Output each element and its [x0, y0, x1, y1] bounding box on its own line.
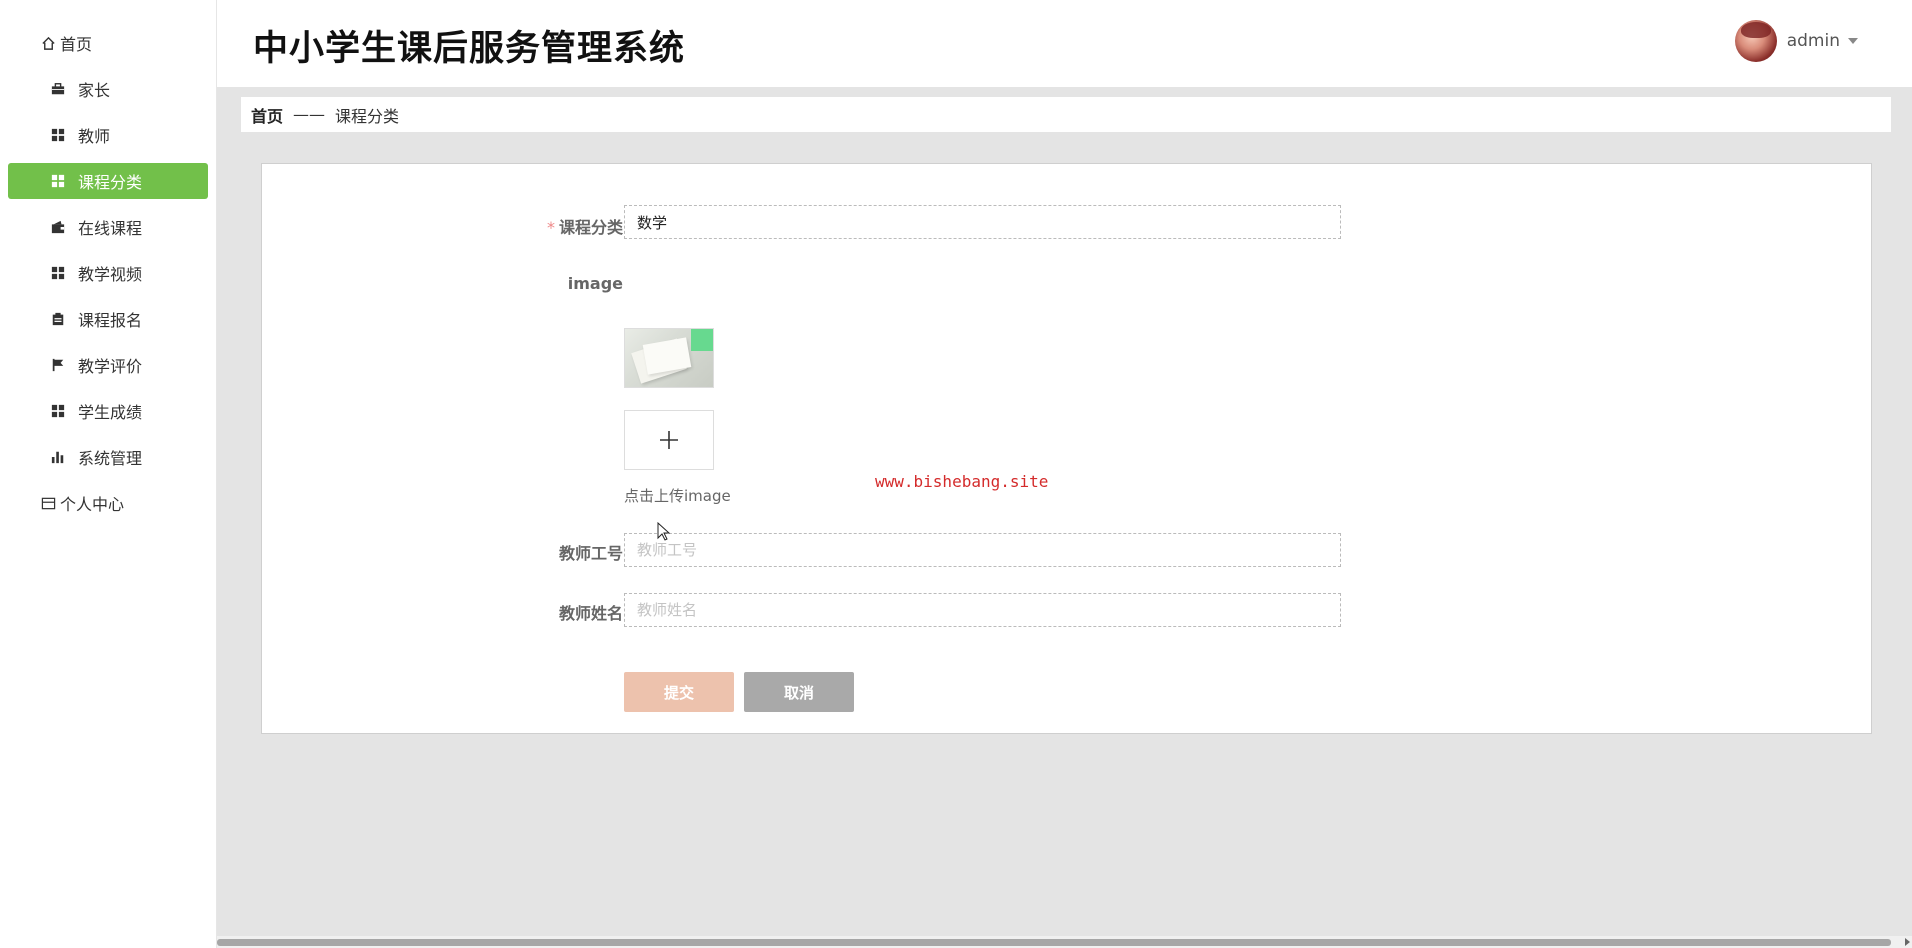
sidebar-item-label: 系统管理: [78, 449, 143, 468]
breadcrumb-separator: ——: [293, 105, 326, 124]
teacher-name-input[interactable]: [624, 593, 1341, 627]
sidebar-item-course-category[interactable]: 课程分类: [8, 163, 208, 199]
sidebar-item-student-grades[interactable]: 学生成绩: [8, 393, 208, 429]
sidebar-item-personal-center[interactable]: 个人中心: [8, 485, 208, 521]
sidebar-item-online-courses[interactable]: 在线课程: [8, 209, 208, 245]
sidebar-item-system-management[interactable]: 系统管理: [8, 439, 208, 475]
sidebar-item-label: 课程分类: [78, 173, 143, 192]
sidebar-item-label: 首页: [60, 35, 93, 54]
image-label: image: [567, 274, 623, 293]
category-input[interactable]: [624, 205, 1341, 239]
horizontal-scrollbar[interactable]: [217, 936, 1912, 948]
card-icon: [40, 495, 56, 511]
sidebar-item-label: 家长: [78, 81, 111, 100]
teacher-id-label: 教师工号: [558, 544, 623, 563]
caret-down-icon: [1848, 38, 1858, 44]
teacher-name-label: 教师姓名: [558, 604, 623, 623]
sidebar-item-course-enrollment[interactable]: 课程报名: [8, 301, 208, 337]
sidebar-item-label: 学生成绩: [78, 403, 143, 422]
sidebar-item-teaching-evaluation[interactable]: 教学评价: [8, 347, 208, 383]
grid-icon: [50, 403, 66, 419]
uploaded-image-thumbnail[interactable]: [624, 328, 714, 388]
breadcrumb: 首页 —— 课程分类: [241, 97, 1891, 132]
user-menu[interactable]: admin: [1734, 20, 1858, 62]
avatar: [1734, 20, 1777, 62]
upload-hint: 点击上传image: [624, 487, 731, 505]
clipboard-icon: [50, 311, 66, 327]
sidebar-item-label: 教学评价: [78, 357, 143, 376]
username: admin: [1786, 31, 1840, 51]
grid-icon: [50, 265, 66, 281]
sidebar-item-label: 教学视频: [78, 265, 143, 284]
grid-icon: [50, 173, 66, 189]
plus-icon: [660, 431, 678, 449]
thumbnail-corner: [691, 329, 713, 351]
sidebar-item-parents[interactable]: 家长: [8, 71, 208, 107]
grid-icon: [50, 127, 66, 143]
breadcrumb-current: 课程分类: [335, 106, 400, 126]
mouse-cursor-icon: [657, 522, 671, 541]
wallet-icon: [50, 219, 66, 235]
home-icon: [40, 35, 56, 51]
required-mark: *: [546, 218, 555, 237]
watermark: www.bishebang.site: [875, 472, 1049, 491]
cancel-button[interactable]: 取消: [744, 672, 854, 712]
app-title: 中小学生课后服务管理系统: [253, 29, 686, 69]
scrollbar-thumb[interactable]: [217, 939, 1891, 946]
sidebar-item-label: 课程报名: [78, 311, 143, 330]
sidebar-item-home[interactable]: 首页: [8, 25, 208, 61]
sidebar-item-label: 教师: [78, 127, 111, 146]
sidebar-item-label: 在线课程: [78, 219, 143, 238]
bar-chart-icon: [50, 449, 66, 465]
flag-icon: [50, 357, 66, 373]
briefcase-icon: [50, 81, 66, 97]
breadcrumb-home[interactable]: 首页: [251, 103, 283, 127]
sidebar: 首页 家长 教师 课程分类 在线课程 教学视频 课程报名 教学评价 学生成绩 系…: [0, 0, 217, 948]
sidebar-item-teaching-videos[interactable]: 教学视频: [8, 255, 208, 291]
scroll-right-arrow-icon[interactable]: [1905, 938, 1910, 946]
category-label-text: 课程分类: [558, 218, 623, 237]
category-label: * 课程分类: [547, 214, 623, 238]
sidebar-item-label: 个人中心: [60, 495, 125, 514]
sidebar-item-teachers[interactable]: 教师: [8, 117, 208, 153]
image-upload-button[interactable]: [624, 410, 714, 470]
teacher-id-input[interactable]: [624, 533, 1341, 567]
submit-button[interactable]: 提交: [624, 672, 734, 712]
top-header: 中小学生课后服务管理系统 admin: [217, 0, 1912, 87]
form-panel: *课程分类 image 点击上传image 教师工号 教师姓名 提交 取消: [261, 163, 1872, 734]
